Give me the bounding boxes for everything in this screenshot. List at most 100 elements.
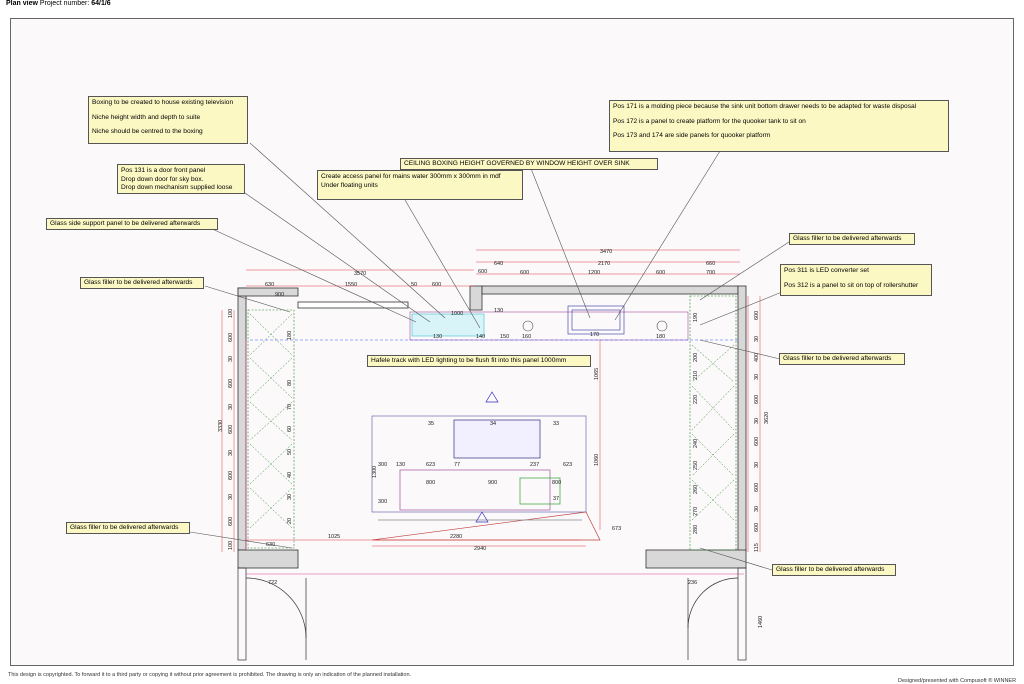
li-1: 80 — [287, 380, 293, 386]
note-glass-filler-bottom-left: Glass filler to be delivered afterwards — [66, 522, 190, 534]
ri-0: 190 — [693, 313, 699, 322]
dim-2170: 2170 — [598, 261, 610, 267]
dim-50: 50 — [411, 282, 417, 288]
ri-8: 280 — [693, 525, 699, 534]
note-access-line-2: Under floating units — [321, 181, 378, 189]
dim-3620: 3620 — [764, 412, 770, 424]
note-hafele: Hafele track with LED lighting to be flu… — [367, 355, 591, 367]
note-glass-filler-bottom-right: Glass filler to be delivered afterwards — [772, 564, 896, 576]
right-inner-dims: 190 200 210 220 240 250 260 270 280 — [693, 313, 699, 534]
dim-140: 140 — [476, 334, 485, 340]
dim-630: 630 — [265, 282, 274, 288]
dim-900b: 900 — [488, 480, 497, 486]
dim-2280: 2280 — [450, 534, 462, 540]
dim-130: 130 — [433, 334, 442, 340]
ri-5: 250 — [693, 461, 699, 470]
doors — [237, 567, 747, 661]
rc-2: 400 — [754, 353, 760, 362]
lc-9: 600 — [228, 517, 234, 526]
dim-1460: 1460 — [758, 616, 764, 628]
wall-top-right — [481, 285, 739, 295]
rc-4: 600 — [754, 395, 760, 404]
footer-copyright: This design is copyrighted. To forward i… — [8, 672, 412, 678]
note-glass-side: Glass side support panel to be delivered… — [46, 218, 218, 230]
wall-top-left — [237, 287, 299, 297]
dim-800b: 800 — [552, 480, 561, 486]
dim-900: 900 — [275, 292, 284, 298]
dim-800: 800 — [426, 480, 435, 486]
note-access-line-1: Create access panel for mains water 300m… — [321, 173, 501, 180]
rc-0: 600 — [754, 311, 760, 320]
note-pos311: Pos 311 is LED converter set Pos 312 is … — [780, 264, 932, 296]
dim-37: 37 — [553, 496, 559, 502]
note-glass-filler-top-left: Glass filler to be delivered afterwards — [80, 277, 204, 289]
ri-4: 240 — [693, 439, 699, 448]
dim-236: 236 — [688, 580, 697, 586]
lc-10: 100 — [228, 541, 234, 550]
note-pos171-line-1: Pos 171 is a molding piece because the s… — [613, 103, 917, 110]
ri-2: 210 — [693, 371, 699, 380]
wall-top-mid — [297, 301, 409, 309]
dim-630b: 630 — [266, 542, 275, 548]
lc-8: 30 — [228, 494, 234, 500]
dim-2940: 2940 — [474, 546, 486, 552]
dim-700: 700 — [706, 270, 715, 276]
note-pos171-line-3: Pos 173 and 174 are side panels for quoo… — [613, 132, 771, 140]
li-0: 180 — [287, 331, 293, 340]
rc-13: 115 — [754, 543, 760, 552]
note-pos131: Pos 131 is a door front panel Drop down … — [117, 164, 245, 194]
note-boxing-line-1: Boxing to be created to house existing t… — [92, 99, 234, 106]
dim-300b: 300 — [378, 499, 387, 505]
ri-6: 260 — [693, 485, 699, 494]
dim-600d: 600 — [656, 270, 665, 276]
rc-9: 30 — [754, 506, 760, 512]
dim-1025: 1025 — [328, 534, 340, 540]
door-right-frame — [737, 567, 747, 661]
dim-35: 35 — [428, 421, 434, 427]
left-inner-dims: 180 80 70 60 50 40 30 20 — [287, 331, 293, 524]
dim-300: 300 — [378, 462, 387, 468]
dim-673: 673 — [612, 526, 621, 532]
note-pos131-line-3: Drop down mechanism supplied loose — [121, 184, 233, 192]
rc-3: 30 — [754, 374, 760, 380]
note-glass-filler-right: Glass filler to be delivered afterwards — [779, 353, 905, 365]
dim-1060: 1060 — [594, 454, 600, 466]
dim-623: 623 — [426, 462, 435, 468]
rc-7: 30 — [754, 462, 760, 468]
note-boxing: Boxing to be created to house existing t… — [88, 96, 248, 144]
dim-130b: 130 — [494, 308, 503, 314]
ri-1: 200 — [693, 353, 699, 362]
rc-6: 600 — [754, 437, 760, 446]
dim-160: 160 — [522, 334, 531, 340]
li-2: 70 — [287, 404, 293, 410]
wall-bottom-right — [645, 549, 747, 569]
lc-3: 600 — [228, 379, 234, 388]
dim-1200: 1200 — [588, 270, 600, 276]
dim-130c: 130 — [396, 462, 405, 468]
note-ceiling: CEILING BOXING HEIGHT GOVERNED BY WINDOW… — [400, 158, 658, 170]
rc-1: 30 — [754, 336, 760, 342]
dim-180: 180 — [656, 334, 665, 340]
li-7: 20 — [287, 518, 293, 524]
pillar — [469, 285, 483, 311]
note-glass-filler-top-right: Glass filler to be delivered afterwards — [789, 233, 915, 245]
footer-credit: Designed/presented with Compusoft ® WINN… — [898, 678, 1017, 684]
dim-623b: 623 — [563, 462, 572, 468]
dim-170: 170 — [590, 332, 599, 338]
note-pos171: Pos 171 is a molding piece because the s… — [609, 100, 949, 152]
lc-6: 30 — [228, 450, 234, 456]
door-left-swing — [245, 577, 307, 639]
dim-722: 722 — [268, 580, 277, 586]
dim-33: 33 — [553, 421, 559, 427]
lc-2: 30 — [228, 356, 234, 362]
dim-1065: 1065 — [594, 368, 600, 380]
lc-5: 600 — [228, 425, 234, 434]
li-6: 30 — [287, 494, 293, 500]
dim-3470: 3470 — [600, 249, 612, 255]
note-access-panel: Create access panel for mains water 300m… — [317, 170, 523, 200]
note-boxing-line-3: Niche should be centred to the boxing — [92, 128, 203, 136]
dim-top-total: 3570 — [354, 271, 366, 277]
note-pos131-line-2: Drop down door for sky box. — [121, 175, 204, 183]
rc-8: 600 — [754, 483, 760, 492]
rc-10: 600 — [754, 523, 760, 532]
